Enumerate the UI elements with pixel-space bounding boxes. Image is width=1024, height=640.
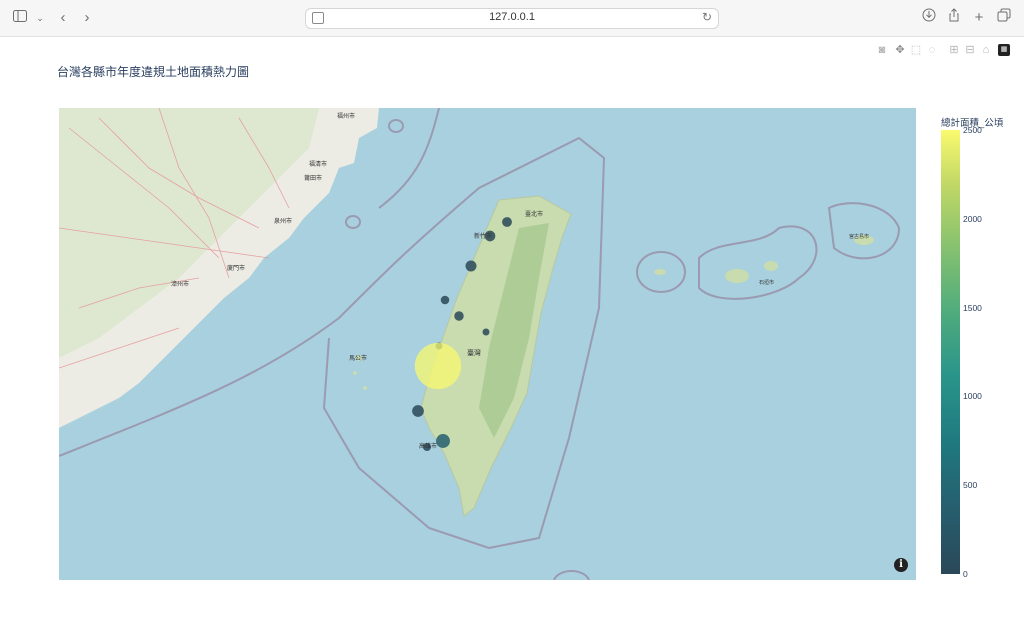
- map-svg: 臺灣 臺北市 新竹市 高雄市 馬公市 石垣市 宮古島市 廈門市 泉州市 漳州市 …: [59, 108, 901, 580]
- map-label-zhangzhou: 漳州市: [171, 280, 189, 288]
- colorbar-tick: 0: [963, 569, 968, 579]
- map-label-putian: 莆田市: [304, 174, 322, 182]
- plot-title: 台灣各縣市年度違規土地面積熱力圖: [57, 65, 250, 79]
- map-label-ishigaki: 石垣市: [759, 279, 774, 286]
- plotly-logo[interactable]: ▦: [998, 44, 1010, 56]
- new-tab-icon[interactable]: +: [969, 8, 989, 28]
- colorbar-tick: 2500: [963, 125, 982, 135]
- map-label-xiamen: 廈門市: [227, 264, 245, 272]
- map-label-quanzhou: 泉州市: [274, 217, 292, 225]
- colorbar-tick: 500: [963, 480, 978, 491]
- data-marker[interactable]: [412, 405, 424, 417]
- back-icon[interactable]: ‹: [53, 8, 73, 28]
- colorbar-tick: 1500: [963, 302, 982, 313]
- sidebar-icon[interactable]: [10, 8, 30, 28]
- map-label-miyako: 宮古島市: [849, 233, 869, 240]
- tabs-overview-icon[interactable]: [994, 8, 1014, 28]
- data-marker[interactable]: [502, 217, 512, 227]
- camera-icon[interactable]: ◙: [876, 44, 888, 56]
- ryukyu-islands: [654, 235, 874, 283]
- colorbar-tick: 2000: [963, 213, 982, 224]
- map-label-taiwan: 臺灣: [467, 348, 481, 357]
- data-marker[interactable]: [440, 295, 450, 305]
- plot-modebar: ◙ ✥ ⬚ ◌ ⊞ ⊟ ⌂ ▦: [876, 44, 1016, 58]
- map-label-fuqing: 福清市: [309, 160, 327, 168]
- data-marker[interactable]: [436, 434, 450, 448]
- browser-toolbar: ⌄ ‹ › 127.0.0.1 ↻ +: [0, 0, 1024, 37]
- chevron-down-icon[interactable]: ⌄: [30, 8, 50, 28]
- map-label-kaohsiung: 高雄市: [419, 442, 437, 450]
- zoom-out-icon[interactable]: ⊟: [964, 44, 976, 56]
- pan-icon[interactable]: ✥: [894, 44, 906, 56]
- forward-icon[interactable]: ›: [77, 8, 97, 28]
- map-label-taipei: 臺北市: [525, 210, 543, 218]
- data-marker[interactable]: [465, 260, 477, 272]
- url-text: 127.0.0.1: [489, 11, 535, 23]
- box-select-icon[interactable]: ⬚: [910, 44, 922, 56]
- map-area[interactable]: 臺灣 臺北市 新竹市 高雄市 馬公市 石垣市 宮古島市 廈門市 泉州市 漳州市 …: [59, 108, 916, 580]
- download-icon[interactable]: [919, 8, 939, 28]
- data-marker[interactable]: [414, 342, 462, 390]
- colorbar-gradient: [941, 130, 960, 574]
- map-label-hsinchu: 新竹市: [474, 232, 492, 240]
- colorbar-tick: 1000: [963, 391, 982, 402]
- lasso-icon[interactable]: ◌: [926, 44, 938, 56]
- zoom-in-icon[interactable]: ⊞: [948, 44, 960, 56]
- map-label-fuzhou: 福州市: [337, 112, 355, 120]
- map-label-penghu: 馬公市: [349, 354, 367, 362]
- address-bar[interactable]: 127.0.0.1 ↻: [305, 8, 719, 29]
- map-attribution-info-icon[interactable]: i: [894, 558, 908, 572]
- data-marker[interactable]: [482, 328, 490, 336]
- home-icon[interactable]: ⌂: [980, 44, 992, 56]
- reload-icon[interactable]: ↻: [702, 10, 712, 24]
- share-icon[interactable]: [944, 8, 964, 28]
- data-marker[interactable]: [454, 311, 464, 321]
